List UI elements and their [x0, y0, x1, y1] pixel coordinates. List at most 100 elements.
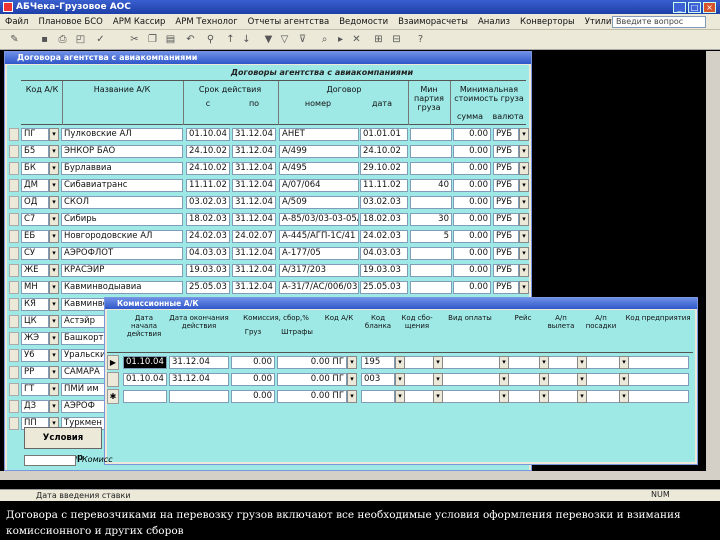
- record-selector[interactable]: [9, 230, 19, 243]
- contract-date-field[interactable]: 24.10.02: [360, 145, 408, 158]
- min-sum-field[interactable]: 0.00: [453, 230, 491, 243]
- from-date-field[interactable]: 19.03.03: [186, 264, 230, 277]
- currency-dropdown-icon[interactable]: ▾: [519, 162, 529, 175]
- undo-icon[interactable]: ↶: [184, 33, 197, 46]
- contract-row[interactable]: СУ АЭРОФЛОТ 04.03.03 31.12.04 А-177/05 04.03.…: [9, 246, 531, 261]
- from-date-field[interactable]: 24.10.02: [186, 145, 230, 158]
- contract-date-field[interactable]: 11.11.02: [360, 179, 408, 192]
- contract-date-field[interactable]: 01.01.01: [360, 128, 408, 141]
- to-date-field[interactable]: 31.12.04: [232, 162, 276, 175]
- record-selector[interactable]: [9, 196, 19, 209]
- save-icon[interactable]: ▪: [38, 33, 51, 46]
- min-sum-field[interactable]: 0.00: [453, 179, 491, 192]
- commission-row[interactable]: 01.10.04 31.12.04 0.00 0.00 ПГ 003 ▾ ▾ ▾ ▾ ▾ ▾ ▾: [107, 372, 693, 387]
- code-dropdown-icon[interactable]: ▾: [49, 213, 59, 226]
- code-dropdown-icon[interactable]: ▾: [49, 179, 59, 192]
- currency-field[interactable]: РУБ: [493, 281, 519, 294]
- code-dropdown-icon[interactable]: ▾: [49, 196, 59, 209]
- dropdown-icon[interactable]: ▾: [347, 373, 357, 386]
- contract-date-field[interactable]: 19.03.03: [360, 264, 408, 277]
- contract-number-field[interactable]: А/499: [279, 145, 359, 158]
- payment-type-field[interactable]: [439, 390, 501, 403]
- from-date-field[interactable]: 25.05.03: [186, 281, 230, 294]
- filter-by-selection-icon[interactable]: ▼: [262, 33, 275, 46]
- print-icon[interactable]: ⎙: [56, 33, 69, 46]
- contract-date-field[interactable]: 29.10.02: [360, 162, 408, 175]
- menu-converters[interactable]: Конверторы: [515, 14, 580, 30]
- filter-field[interactable]: [24, 455, 76, 466]
- min-weight-field[interactable]: [410, 128, 452, 141]
- code-dropdown-icon[interactable]: ▾: [49, 383, 59, 396]
- dropdown-icon[interactable]: ▾: [395, 390, 405, 403]
- payment-type-field[interactable]: [439, 373, 501, 386]
- menu-settlements[interactable]: Взаиморасчеты: [393, 14, 473, 30]
- end-date-field[interactable]: 31.12.04: [169, 356, 229, 369]
- from-date-field[interactable]: 18.02.03: [186, 213, 230, 226]
- min-sum-field[interactable]: 0.00: [453, 162, 491, 175]
- code-dropdown-icon[interactable]: ▾: [49, 332, 59, 345]
- currency-dropdown-icon[interactable]: ▾: [519, 196, 529, 209]
- contract-row[interactable]: ЕБ Новгородовские АЛ 24.02.03 24.02.07 А-445…: [9, 229, 531, 244]
- from-date-field[interactable]: 03.02.03: [186, 196, 230, 209]
- contract-number-field[interactable]: А-177/05: [279, 247, 359, 260]
- help-search-input[interactable]: Введите вопрос: [612, 16, 706, 28]
- dropdown-icon[interactable]: ▾: [577, 373, 587, 386]
- code-field[interactable]: ЖЭ: [21, 332, 49, 345]
- code-dropdown-icon[interactable]: ▾: [49, 400, 59, 413]
- sort-ascending-icon[interactable]: ↑: [224, 33, 237, 46]
- record-selector[interactable]: ▶: [107, 355, 119, 370]
- min-weight-field[interactable]: [410, 247, 452, 260]
- code-dropdown-icon[interactable]: ▾: [49, 247, 59, 260]
- record-selector[interactable]: [9, 247, 19, 260]
- vertical-scrollbar[interactable]: [706, 51, 720, 471]
- record-selector[interactable]: [9, 281, 19, 294]
- code-field[interactable]: ЖЕ: [21, 264, 49, 277]
- contract-number-field[interactable]: А/317/203: [279, 264, 359, 277]
- min-sum-field[interactable]: 0.00: [453, 128, 491, 141]
- start-date-field[interactable]: 01.10.04: [123, 373, 167, 386]
- code-field[interactable]: ОД: [21, 196, 49, 209]
- code-field[interactable]: ПГ: [21, 128, 49, 141]
- code-dropdown-icon[interactable]: ▾: [49, 128, 59, 141]
- code-field[interactable]: ЕБ: [21, 230, 49, 243]
- dropdown-icon[interactable]: ▾: [433, 373, 443, 386]
- min-weight-field[interactable]: [410, 264, 452, 277]
- dropdown-icon[interactable]: ▾: [347, 356, 357, 369]
- record-selector[interactable]: [107, 372, 119, 387]
- to-date-field[interactable]: 31.12.04: [232, 128, 276, 141]
- currency-field[interactable]: РУБ: [493, 179, 519, 192]
- to-date-field[interactable]: 31.12.04: [232, 264, 276, 277]
- horizontal-scrollbar[interactable]: [0, 471, 720, 480]
- menu-reports[interactable]: Отчеты агентства: [243, 14, 335, 30]
- min-sum-field[interactable]: 0.00: [453, 247, 491, 260]
- maximize-button[interactable]: □: [688, 2, 701, 13]
- to-date-field[interactable]: 31.12.04: [232, 145, 276, 158]
- code-dropdown-icon[interactable]: ▾: [49, 264, 59, 277]
- new-record-icon[interactable]: ▸: [334, 33, 347, 46]
- dropdown-icon[interactable]: ▾: [539, 356, 549, 369]
- insert-hyperlink-icon[interactable]: ⚲: [204, 33, 217, 46]
- code-dropdown-icon[interactable]: ▾: [49, 145, 59, 158]
- to-date-field[interactable]: 31.12.04: [232, 196, 276, 209]
- currency-dropdown-icon[interactable]: ▾: [519, 230, 529, 243]
- dropdown-icon[interactable]: ▾: [577, 390, 587, 403]
- dropdown-icon[interactable]: ▾: [619, 390, 629, 403]
- contract-row[interactable]: ЖЕ КРАСЭЙР 19.03.03 31.12.04 А/317/203 19.03.…: [9, 263, 531, 278]
- min-weight-field[interactable]: [410, 145, 452, 158]
- min-weight-field[interactable]: [410, 162, 452, 175]
- arrival-airport-field[interactable]: [581, 356, 621, 369]
- contract-date-field[interactable]: 24.02.03: [360, 230, 408, 243]
- airline-name-field[interactable]: Пулковские АЛ: [61, 128, 183, 141]
- new-object-icon[interactable]: ⊟: [390, 33, 403, 46]
- contract-terms-button[interactable]: Условия договор: [24, 427, 102, 463]
- record-selector[interactable]: [9, 128, 19, 141]
- currency-dropdown-icon[interactable]: ▾: [519, 145, 529, 158]
- min-weight-field[interactable]: 5: [410, 230, 452, 243]
- payment-type-field[interactable]: [439, 356, 501, 369]
- dropdown-icon[interactable]: ▾: [539, 373, 549, 386]
- contract-date-field[interactable]: 25.05.03: [360, 281, 408, 294]
- commission-row[interactable]: ✱ 0.00 0.00 ПГ ▾ ▾ ▾ ▾ ▾ ▾ ▾: [107, 389, 693, 404]
- contract-date-field[interactable]: 03.02.03: [360, 196, 408, 209]
- currency-field[interactable]: РУБ: [493, 230, 519, 243]
- airline-name-field[interactable]: Кавминводыавиа: [61, 281, 183, 294]
